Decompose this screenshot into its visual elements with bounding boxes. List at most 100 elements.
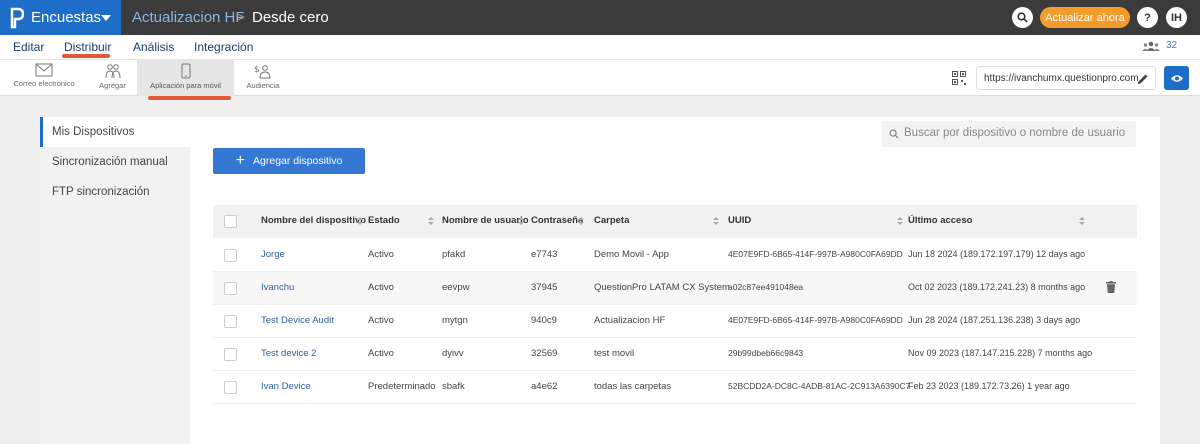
device-name-link[interactable]: Ivanchu <box>261 282 294 293</box>
search-icon <box>889 129 899 139</box>
device-name-link[interactable]: Ivan Device <box>261 381 311 392</box>
row-checkbox[interactable] <box>224 282 237 295</box>
device-password: 32569 <box>531 348 558 359</box>
device-uuid: 4E07E9FD-6B65-414F-997B-A980C0FA69DD <box>728 315 903 325</box>
toolbar-audience[interactable]: $ Audiencia <box>242 60 284 96</box>
row-checkbox[interactable] <box>224 348 237 361</box>
device-username: sbafk <box>442 381 465 392</box>
device-uuid: a02c87ee491048ea <box>728 282 804 292</box>
trash-icon[interactable] <box>1106 281 1116 293</box>
breadcrumb-separator: > <box>236 9 245 26</box>
breadcrumb-survey[interactable]: Actualizacion HF <box>132 9 245 26</box>
eye-icon <box>1170 74 1183 82</box>
sidebar-item-manual-sync[interactable]: Sincronización manual <box>52 156 168 168</box>
device-password: e7743 <box>531 249 558 260</box>
device-last-access: Jun 28 2024 (187.251.136.238) 3 days ago <box>908 315 1081 325</box>
survey-url: https://ivanchumx.questionpro.com <box>984 73 1139 84</box>
update-now-button[interactable]: Actualizar ahora <box>1040 7 1130 28</box>
active-toolbar-underline <box>148 96 231 100</box>
sort-icon[interactable] <box>428 217 434 226</box>
toolbar-mobile-app[interactable]: Aplicación para móvil <box>137 60 234 96</box>
toolbar-add[interactable]: Agregar <box>95 60 130 96</box>
users-icon <box>1142 41 1160 51</box>
device-status: Activo <box>368 348 394 359</box>
toolbar-mobile-app-label: Aplicación para móvil <box>150 81 221 90</box>
menu-distribuir[interactable]: Distribuir <box>64 40 111 54</box>
device-name-link[interactable]: Test Device Audit <box>261 315 334 326</box>
table-row: Test device 2 Activo dyivv 32569 test mo… <box>213 338 1137 371</box>
device-folder: test movil <box>594 348 635 359</box>
help-button[interactable]: ? <box>1137 7 1158 28</box>
device-uuid: 4E07E9FD-6B65-414F-997B-A980C0FA69DD <box>728 249 903 259</box>
menu-integracion[interactable]: Integración <box>194 40 253 54</box>
audience-icon: $ <box>254 65 271 79</box>
device-folder: Demo Movil - App <box>594 249 669 260</box>
sidebar-item-ftp-sync[interactable]: FTP sincronización <box>52 186 150 198</box>
header-uuid[interactable]: UUID <box>728 215 751 226</box>
table-header: Nombre del dispositivo Estado Nombre de … <box>213 205 1137 238</box>
sort-icon[interactable] <box>578 217 584 226</box>
count-value: 32 <box>1166 40 1178 51</box>
device-name-link[interactable]: Jorge <box>261 249 285 260</box>
table-row: Ivan Device Predeterminado sbafk a4e62 t… <box>213 371 1137 404</box>
device-last-access: Feb 23 2023 (189.172.73.26) 1 year ago <box>908 381 1070 391</box>
respondents-count[interactable]: 32 <box>1142 40 1177 51</box>
add-device-button[interactable]: + Agregar dispositivo <box>213 148 365 174</box>
main-menu: Editar Distribuir Análisis Integración <box>0 35 1200 59</box>
survey-url-field[interactable]: https://ivanchumx.questionpro.com <box>976 66 1156 90</box>
app-switcher[interactable]: Encuestas <box>0 0 121 35</box>
avatar[interactable]: IH <box>1166 7 1187 28</box>
row-checkbox[interactable] <box>224 381 237 394</box>
select-all-checkbox[interactable] <box>224 215 237 228</box>
sort-icon[interactable] <box>518 217 524 226</box>
sidebar: Mis Dispositivos Sincronización manual F… <box>40 117 190 444</box>
sort-icon[interactable] <box>357 217 363 226</box>
table-row: Jorge Activo pfakd e7743 Demo Movil - Ap… <box>213 239 1137 272</box>
device-status: Activo <box>368 315 394 326</box>
qr-code-icon[interactable] <box>952 71 966 85</box>
sort-icon[interactable] <box>1079 217 1085 226</box>
active-menu-underline <box>62 54 110 58</box>
device-status: Activo <box>368 282 394 293</box>
sort-icon[interactable] <box>713 217 719 226</box>
device-last-access: Oct 02 2023 (189.172.241.23) 8 months ag… <box>908 282 1086 292</box>
toolbar-audience-label: Audiencia <box>246 81 280 90</box>
menu-analisis[interactable]: Análisis <box>133 40 174 54</box>
search-button[interactable] <box>1012 7 1033 28</box>
breadcrumb-current: Desde cero <box>252 9 329 26</box>
header-folder[interactable]: Carpeta <box>594 215 629 226</box>
device-folder: Actualizacion HF <box>594 315 666 326</box>
sidebar-item-my-devices[interactable]: Mis Dispositivos <box>52 126 134 138</box>
device-folder: todas las carpetas <box>594 381 672 392</box>
header-username[interactable]: Nombre de usuario <box>442 215 529 226</box>
mobile-phone-icon <box>181 63 190 79</box>
row-checkbox[interactable] <box>224 315 237 328</box>
device-uuid: 29b99dbeb66c9843 <box>728 348 804 358</box>
row-checkbox[interactable] <box>224 249 237 262</box>
toolbar-email[interactable]: Correo electrónico <box>8 60 80 96</box>
preview-button[interactable] <box>1164 66 1189 90</box>
device-username: eevpw <box>442 282 470 293</box>
device-username: mytgn <box>442 315 468 326</box>
toolbar-add-label: Agregar <box>99 81 126 90</box>
envelope-icon <box>35 63 53 77</box>
device-status: Activo <box>368 249 394 260</box>
add-device-label: Agregar dispositivo <box>253 155 343 167</box>
sort-icon[interactable] <box>897 217 903 226</box>
search-placeholder: Buscar por dispositivo o nombre de usuar… <box>904 127 1126 139</box>
pencil-icon[interactable] <box>1137 73 1149 85</box>
menu-editar[interactable]: Editar <box>13 40 44 54</box>
device-password: 37945 <box>531 282 558 293</box>
header-last-access[interactable]: Último acceso <box>908 215 972 226</box>
device-name-link[interactable]: Test device 2 <box>261 348 316 359</box>
search-input[interactable]: Buscar por dispositivo o nombre de usuar… <box>882 121 1136 147</box>
questionpro-logo-icon <box>10 7 24 29</box>
device-status: Predeterminado <box>368 381 436 392</box>
svg-text:$: $ <box>254 65 260 75</box>
plus-icon: + <box>235 152 246 169</box>
header-device-name[interactable]: Nombre del dispositivo <box>261 215 366 226</box>
header-password[interactable]: Contraseña <box>531 215 583 226</box>
search-icon <box>1017 12 1028 23</box>
device-last-access: Jun 18 2024 (189.172.197.179) 12 days ag… <box>908 249 1086 259</box>
header-status[interactable]: Estado <box>368 215 400 226</box>
